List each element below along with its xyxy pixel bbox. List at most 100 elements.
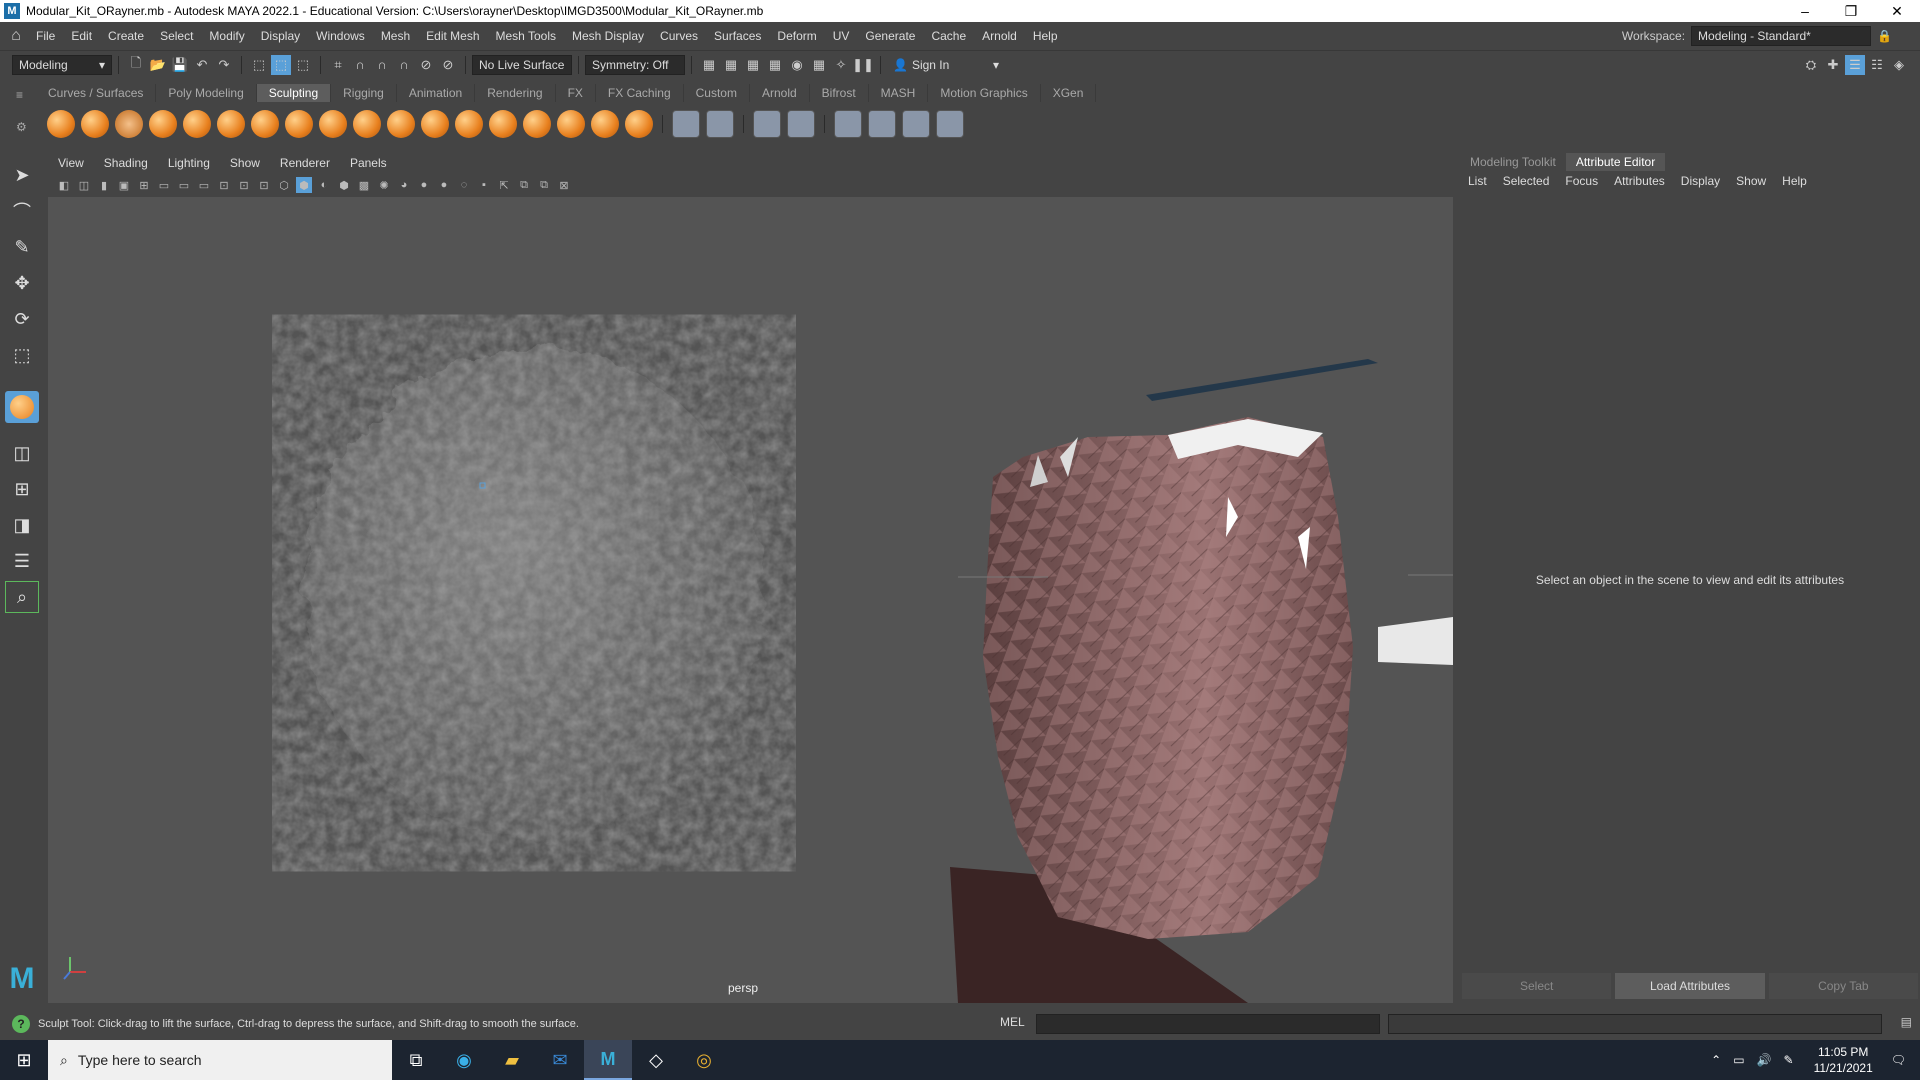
render-settings-icon[interactable]: ▦	[699, 55, 719, 75]
menu-edit[interactable]: Edit	[63, 29, 100, 43]
default-material-icon[interactable]: ◐	[316, 177, 332, 193]
outliner-layout-icon[interactable]: ☰	[5, 545, 39, 577]
tab-rigging[interactable]: Rigging	[331, 84, 397, 102]
wireframe-on-shaded-icon[interactable]: ⬢	[336, 177, 352, 193]
viewport-menu-shading[interactable]: Shading	[94, 156, 158, 170]
tab-motion-graphics[interactable]: Motion Graphics	[928, 84, 1041, 102]
menu-mesh-display[interactable]: Mesh Display	[564, 29, 652, 43]
clock[interactable]: 11:05 PM 11/21/2021	[1814, 1044, 1873, 1076]
shape-editor-icon[interactable]	[787, 110, 815, 138]
tab-fx[interactable]: FX	[556, 84, 596, 102]
edge-icon[interactable]: ◉	[440, 1040, 488, 1080]
resolution-gate-icon[interactable]: ▭	[176, 177, 192, 193]
chrome-icon[interactable]: ◎	[680, 1040, 728, 1080]
tab-modeling-toolkit[interactable]: Modeling Toolkit	[1460, 153, 1566, 171]
workspace-dropdown[interactable]: Modeling - Standard*	[1691, 26, 1872, 46]
anti-alias-icon[interactable]: ◌	[456, 177, 472, 193]
menu-help[interactable]: Help	[1025, 29, 1066, 43]
viewport-menu-show[interactable]: Show	[220, 156, 270, 170]
copy-tab-button[interactable]: Copy Tab	[1768, 973, 1918, 999]
attribute-editor-icon[interactable]: ☰	[1845, 55, 1865, 75]
ae-menu-attributes[interactable]: Attributes	[1606, 174, 1673, 188]
tab-sculpting[interactable]: Sculpting	[256, 84, 332, 102]
ae-menu-display[interactable]: Display	[1673, 174, 1728, 188]
film-gate-icon[interactable]: ▭	[156, 177, 172, 193]
menu-set-dropdown[interactable]: Modeling ▾	[12, 54, 112, 75]
xray-joints-icon[interactable]: ⊠	[556, 177, 572, 193]
windows-start-icon[interactable]: ⊞	[0, 1040, 48, 1080]
safe-action-icon[interactable]: ⊡	[236, 177, 252, 193]
tab-arnold[interactable]: Arnold	[750, 84, 810, 102]
perspective-viewport[interactable]: persp	[48, 197, 1453, 1003]
ae-menu-selected[interactable]: Selected	[1495, 174, 1558, 188]
chevron-up-icon[interactable]: ⌃	[1711, 1053, 1721, 1067]
isolate-select-icon[interactable]: ⇱	[496, 177, 512, 193]
convert-to-frozen-icon[interactable]	[672, 110, 700, 138]
character-controls-icon[interactable]: ✚	[1823, 55, 1843, 75]
two-pane-layout-icon[interactable]: ◨	[5, 509, 39, 541]
sculpt-deformer-3-icon[interactable]	[902, 110, 930, 138]
restore-icon[interactable]: ❐	[1828, 0, 1874, 22]
mail-icon[interactable]: ✉	[536, 1040, 584, 1080]
mel-command-input[interactable]	[1036, 1014, 1380, 1034]
use-all-lights-icon[interactable]: ✺	[376, 177, 392, 193]
viewport-menu-view[interactable]: View	[48, 156, 94, 170]
blend-shape-icon[interactable]	[753, 110, 781, 138]
menu-mesh-tools[interactable]: Mesh Tools	[488, 29, 564, 43]
snap-live-icon[interactable]: ⊘	[438, 55, 458, 75]
amplify-tool-icon[interactable]	[591, 110, 619, 138]
freeze-tool-icon[interactable]	[625, 110, 653, 138]
single-pane-layout-icon[interactable]: ◫	[5, 437, 39, 469]
sign-in-dropdown[interactable]: 👤 Sign In ▾	[887, 54, 1005, 75]
select-tool-icon[interactable]: ➤	[5, 159, 39, 191]
taskbar-search[interactable]: ⌕ Type here to search	[48, 1040, 392, 1080]
pen-icon[interactable]: ✎	[1784, 1053, 1794, 1067]
save-scene-icon[interactable]: 💾	[170, 55, 190, 75]
smooth-shade-icon[interactable]: ⬢	[296, 177, 312, 193]
repeat-tool-icon[interactable]	[319, 110, 347, 138]
grab-tool-icon[interactable]	[149, 110, 177, 138]
mask-icon[interactable]	[706, 110, 734, 138]
hypershade-icon[interactable]: ◉	[787, 55, 807, 75]
ae-menu-focus[interactable]: Focus	[1557, 174, 1606, 188]
smear-tool-icon[interactable]	[523, 110, 551, 138]
snap-surface-icon[interactable]: ⊘	[416, 55, 436, 75]
snap-view-icon[interactable]: ∩	[394, 55, 414, 75]
xray-active-icon[interactable]: ⧉	[536, 177, 552, 193]
relax-tool-icon[interactable]	[115, 110, 143, 138]
select-component-icon[interactable]: ⬚	[293, 55, 313, 75]
live-surface-field[interactable]: No Live Surface	[472, 54, 572, 75]
mel-label[interactable]: MEL	[1000, 1015, 1025, 1029]
ipr-render-icon[interactable]: ▦	[743, 55, 763, 75]
menu-edit-mesh[interactable]: Edit Mesh	[418, 29, 487, 43]
tab-curves-surfaces[interactable]: Curves / Surfaces	[36, 84, 157, 102]
shelf-menu-icon[interactable]: ≡	[16, 88, 23, 102]
depth-of-field-icon[interactable]: ▪	[476, 177, 492, 193]
camera-select-icon[interactable]: ◧	[56, 177, 72, 193]
menu-file[interactable]: File	[28, 29, 63, 43]
modeling-toolkit-icon[interactable]: ⛭	[1801, 55, 1821, 75]
channel-box-icon[interactable]: ◈	[1889, 55, 1909, 75]
ae-menu-help[interactable]: Help	[1774, 174, 1815, 188]
undo-icon[interactable]: ↶	[192, 55, 212, 75]
snap-grid-icon[interactable]: ⌗	[328, 55, 348, 75]
spray-tool-icon[interactable]	[285, 110, 313, 138]
unity-icon[interactable]: ◇	[632, 1040, 680, 1080]
lasso-tool-icon[interactable]: ⌒	[5, 195, 39, 227]
tab-attribute-editor[interactable]: Attribute Editor	[1565, 153, 1666, 171]
grid-toggle-icon[interactable]: ⊞	[136, 177, 152, 193]
flatten-tool-icon[interactable]	[217, 110, 245, 138]
script-editor-icon[interactable]: ▤	[1901, 1015, 1912, 1029]
rotate-tool-icon[interactable]: ⟳	[5, 303, 39, 335]
menu-arnold[interactable]: Arnold	[974, 29, 1025, 43]
menu-mesh[interactable]: Mesh	[373, 29, 418, 43]
menu-create[interactable]: Create	[100, 29, 152, 43]
scrape-tool-icon[interactable]	[421, 110, 449, 138]
maya-taskbar-icon[interactable]: M	[584, 1040, 632, 1080]
bookmark-icon[interactable]: ▮	[96, 177, 112, 193]
tab-rendering[interactable]: Rendering	[475, 84, 556, 102]
wireframe-icon[interactable]: ⬡	[276, 177, 292, 193]
tab-mash[interactable]: MASH	[869, 84, 929, 102]
move-tool-icon[interactable]: ✥	[5, 267, 39, 299]
sculpt-deformer-2-icon[interactable]	[868, 110, 896, 138]
